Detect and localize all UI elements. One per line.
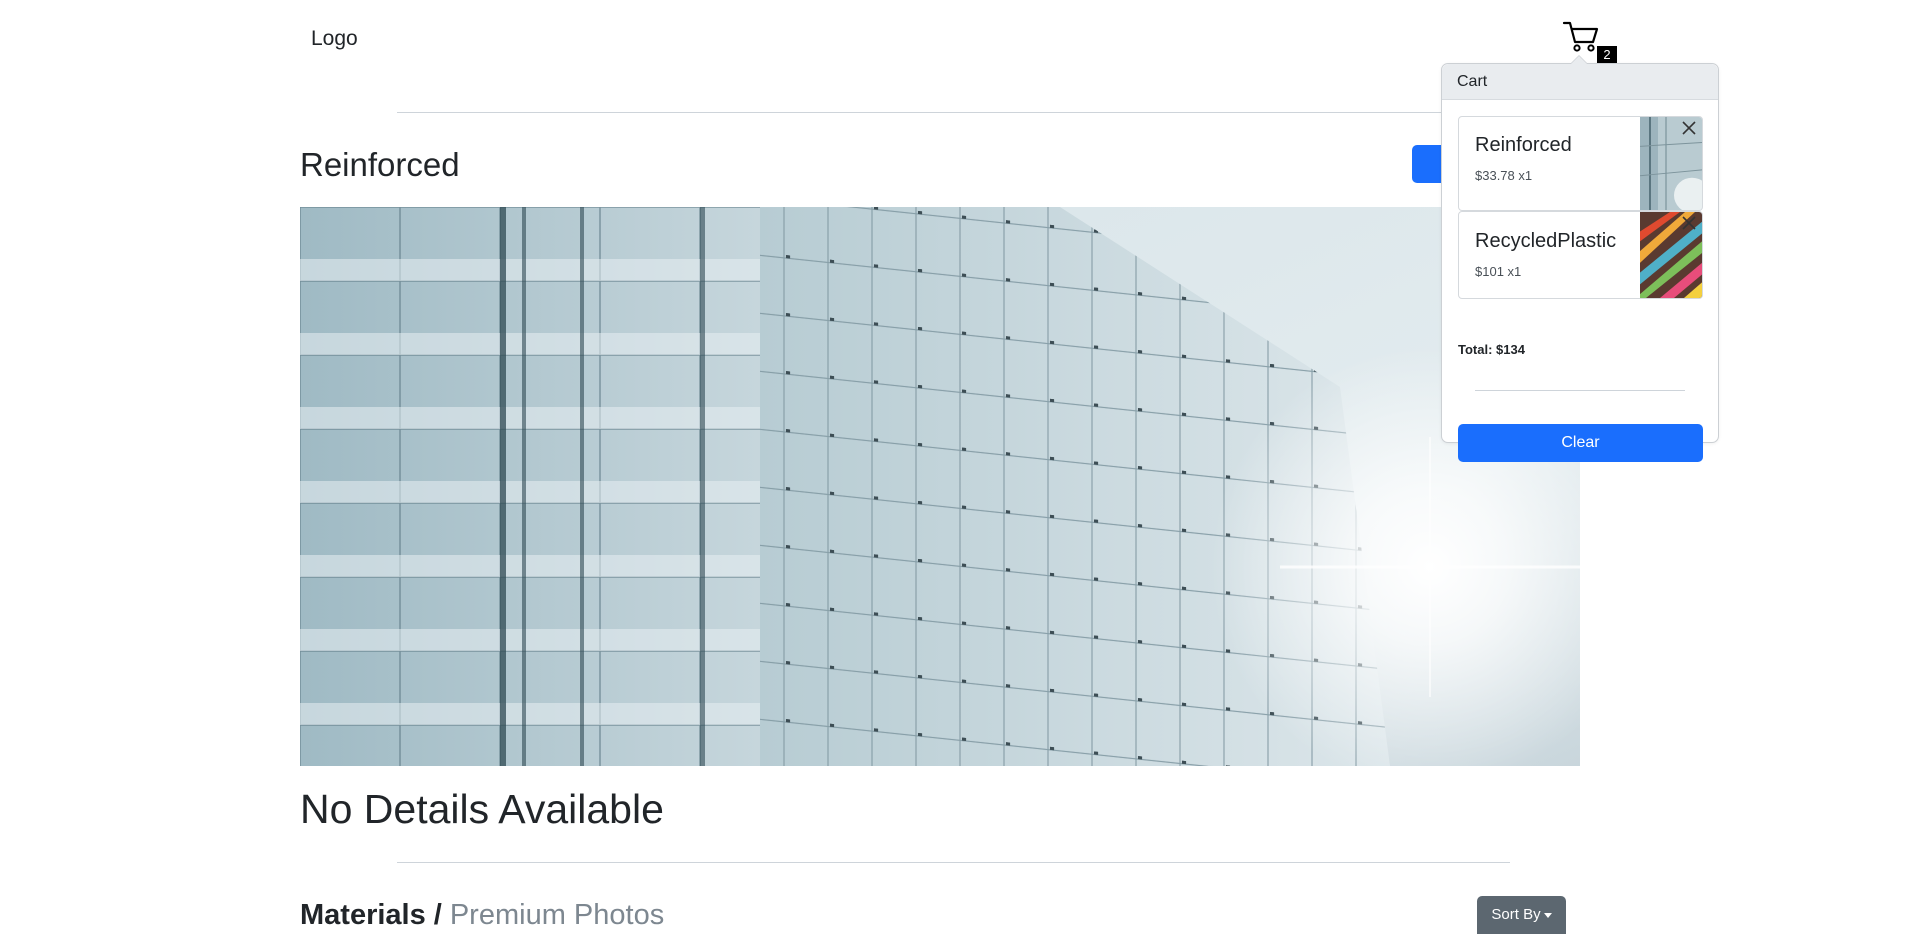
cart-button[interactable]: 2 xyxy=(1560,18,1618,66)
sort-by-dropdown[interactable]: Sort By xyxy=(1477,896,1566,934)
close-icon[interactable] xyxy=(1678,117,1700,139)
cart-icon xyxy=(1562,21,1599,52)
details-heading: No Details Available xyxy=(300,786,664,832)
cart-divider xyxy=(1475,390,1685,391)
cart-item-name: Reinforced xyxy=(1475,134,1572,156)
cart-count-badge: 2 xyxy=(1597,46,1617,64)
sort-by-label: Sort By xyxy=(1491,906,1541,923)
cart-header: Cart xyxy=(1442,64,1718,100)
product-image xyxy=(300,207,1580,766)
cart-item-name: RecycledPlastic xyxy=(1475,230,1617,252)
close-icon[interactable] xyxy=(1678,212,1700,234)
caret-down-icon xyxy=(1543,912,1552,918)
logo[interactable]: Logo xyxy=(311,27,358,51)
section-title-main: Materials / xyxy=(300,899,442,931)
cart-item-price: $33.78 x1 xyxy=(1475,168,1533,183)
divider-bottom xyxy=(397,862,1510,863)
product-title: Reinforced xyxy=(300,146,460,183)
cart-item: Reinforced $33.78 x1 xyxy=(1458,116,1703,211)
cart-popover: Cart Reinforced $33.78 x1 RecycledPlasti… xyxy=(1441,55,1719,462)
section-title: Materials / Premium Photos xyxy=(300,897,664,933)
popover-arrow xyxy=(1570,55,1588,64)
cart-item-price: $101 x1 xyxy=(1475,264,1522,279)
section-subtitle: Premium Photos xyxy=(449,899,665,931)
cart-item: RecycledPlastic $101 x1 xyxy=(1458,211,1703,299)
divider-top xyxy=(397,112,1510,113)
cart-total: Total: $134 xyxy=(1458,342,1525,357)
clear-cart-button[interactable]: Clear xyxy=(1458,424,1703,462)
